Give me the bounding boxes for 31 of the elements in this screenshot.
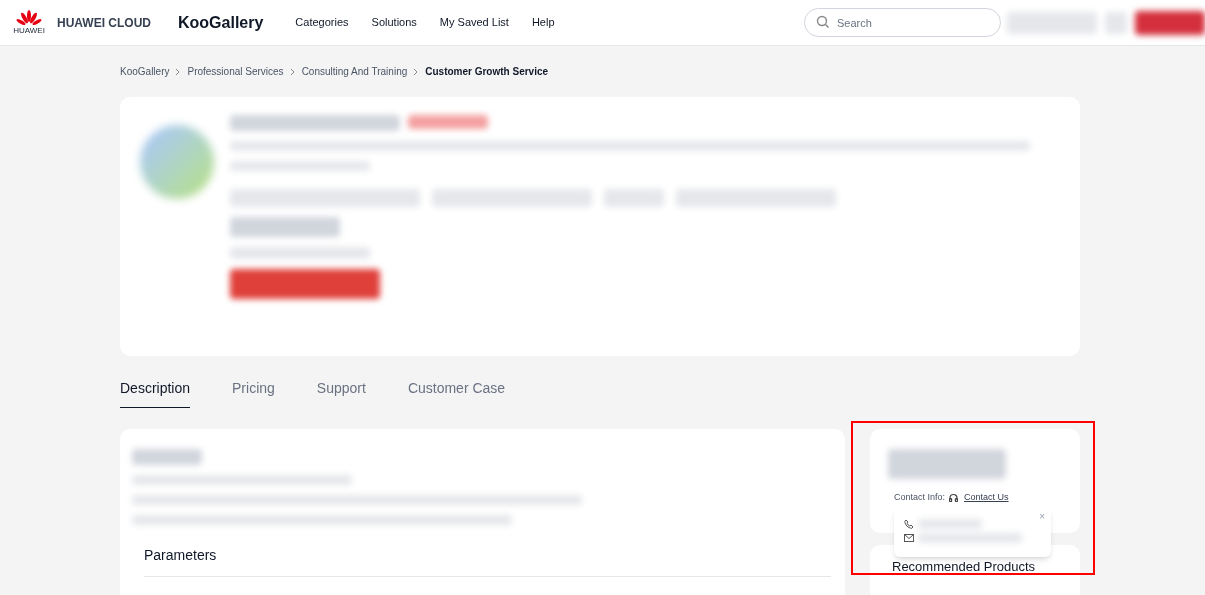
nav-link[interactable]: Help xyxy=(531,14,555,31)
search-field[interactable]: Search xyxy=(804,8,1001,37)
nav-link[interactable]: Solutions xyxy=(371,14,417,31)
tab[interactable]: Customer Case xyxy=(407,378,506,408)
blurred-area xyxy=(1105,11,1127,34)
section-title: Recommended Products xyxy=(892,558,1037,576)
logo-icon xyxy=(16,10,42,27)
section-title: Parameters xyxy=(144,546,218,565)
nav-link[interactable]: Categories xyxy=(295,14,349,31)
contact-link[interactable]: Contact Us xyxy=(964,491,1009,505)
blurred-tag xyxy=(604,189,664,207)
product-name: KooGallery xyxy=(178,12,264,33)
chevron-icon xyxy=(289,67,296,76)
tab[interactable]: Support xyxy=(316,378,366,408)
breadcrumb-link[interactable]: Customer Growth Service xyxy=(425,64,549,79)
breadcrumb-link[interactable]: Professional Services xyxy=(187,64,284,79)
chevron-icon xyxy=(175,67,182,76)
logo-caption: HUAWEI xyxy=(13,27,45,35)
blurred-text xyxy=(132,449,202,465)
search-icon xyxy=(816,15,830,29)
headset-icon xyxy=(949,492,959,503)
nav-link[interactable]: My Saved List xyxy=(439,14,509,31)
mail-icon xyxy=(904,534,914,542)
brand-name: HUAWEI CLOUD xyxy=(57,14,151,32)
contact-label: Contact Info: xyxy=(894,491,946,504)
breadcrumb-link[interactable]: KooGallery xyxy=(120,64,170,79)
phone-icon xyxy=(904,519,914,529)
chevron-icon xyxy=(413,67,420,76)
tab[interactable]: Description xyxy=(120,378,191,408)
breadcrumb-link[interactable]: Consulting And Training xyxy=(301,64,408,79)
tab[interactable]: Pricing xyxy=(232,378,275,408)
